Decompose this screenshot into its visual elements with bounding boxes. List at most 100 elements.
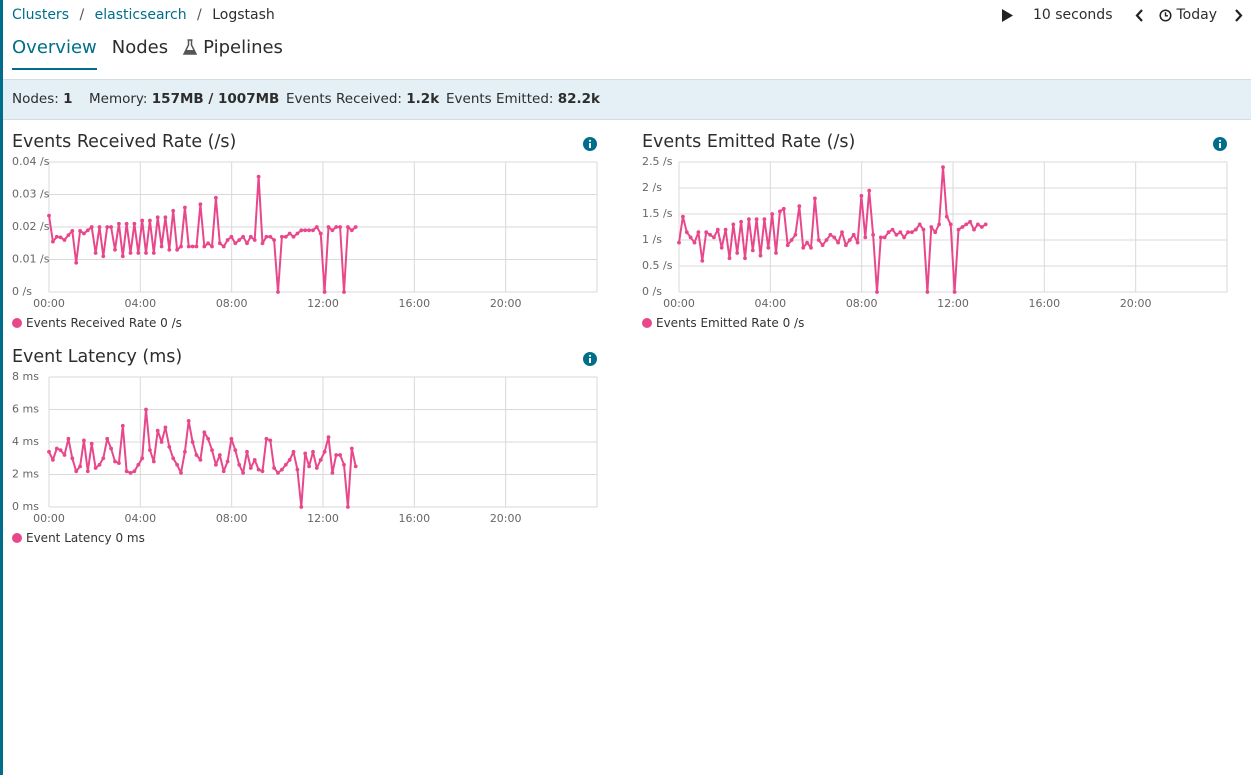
data-point <box>229 234 234 239</box>
info-icon[interactable] <box>583 351 597 370</box>
stat-memory-label: Memory: <box>89 91 148 107</box>
tab-nodes[interactable]: Nodes <box>112 36 168 68</box>
info-icon[interactable] <box>1213 136 1227 155</box>
legend-label: Events Received Rate 0 /s <box>26 316 182 330</box>
y-tick-label: 0.04 /s <box>12 155 50 168</box>
data-point <box>976 222 980 227</box>
data-point <box>82 231 86 236</box>
stat-events-emitted-label: Events Emitted: <box>446 91 554 107</box>
chart-panel-events-emitted: Events Emitted Rate (/s) 0 /s 0.5 /s 1 /s 1… <box>642 131 1232 331</box>
data-point <box>937 222 941 227</box>
data-point <box>824 238 829 242</box>
x-tick-label: 00:00 <box>33 297 65 310</box>
data-point <box>715 227 720 232</box>
data-point <box>712 235 716 240</box>
stat-events-received-value: 1.2k <box>406 91 440 107</box>
data-point <box>797 204 802 209</box>
data-point <box>338 225 342 229</box>
time-range-button[interactable]: Today <box>1158 6 1217 24</box>
data-point <box>700 258 705 263</box>
data-point <box>66 436 71 441</box>
chart-legend[interactable]: Events Received Rate 0 /s <box>12 316 182 330</box>
data-point <box>89 225 94 229</box>
data-point <box>214 462 218 467</box>
data-point <box>801 245 806 250</box>
data-point <box>793 232 798 237</box>
tab-bar: Overview Nodes Pipelines <box>12 36 283 70</box>
data-point <box>62 238 67 242</box>
status-bar: Nodes: 1 Memory: 157MB / 1007MB Events R… <box>3 79 1251 120</box>
y-tick-label: 0.03 /s <box>12 188 50 201</box>
next-range-button[interactable] <box>1235 8 1243 22</box>
data-point <box>97 225 102 229</box>
data-point <box>956 227 961 232</box>
data-point <box>113 247 117 252</box>
data-point <box>688 235 693 240</box>
data-point <box>105 225 110 229</box>
chart-title: Event Latency (ms) <box>12 347 183 367</box>
data-point <box>921 227 926 232</box>
data-point <box>944 214 949 219</box>
data-point <box>225 459 230 464</box>
data-point <box>342 462 346 467</box>
breadcrumb-clusters-link[interactable]: Clusters <box>12 7 69 23</box>
y-tick-label: 2 ms <box>12 468 39 481</box>
play-button[interactable] <box>1002 8 1013 22</box>
data-point <box>754 217 759 222</box>
data-point <box>692 240 697 245</box>
chart-legend[interactable]: Events Emitted Rate 0 /s <box>642 316 804 330</box>
data-point <box>47 213 51 218</box>
data-point <box>221 469 226 474</box>
data-point <box>136 462 141 467</box>
data-point <box>681 214 685 219</box>
data-point <box>124 221 129 226</box>
data-point <box>233 241 238 246</box>
y-tick-label: 2 /s <box>642 181 662 194</box>
data-point <box>198 458 203 462</box>
tab-pipelines[interactable]: Pipelines <box>183 36 283 68</box>
data-point <box>816 238 821 242</box>
data-point <box>54 234 59 239</box>
data-point <box>983 222 988 227</box>
data-point <box>237 462 242 467</box>
data-point <box>132 221 137 226</box>
data-point <box>774 251 778 255</box>
data-point <box>194 244 199 249</box>
data-point <box>844 243 848 248</box>
data-point <box>813 196 817 201</box>
data-point <box>202 430 207 435</box>
prev-range-button[interactable] <box>1135 8 1143 22</box>
data-point <box>311 449 315 454</box>
data-point <box>758 253 763 258</box>
data-point <box>151 459 156 464</box>
data-point <box>245 241 249 246</box>
data-point <box>47 449 51 454</box>
data-point <box>113 459 117 464</box>
data-point <box>82 438 86 443</box>
info-icon[interactable] <box>583 136 597 155</box>
data-point <box>120 254 125 259</box>
y-tick-label: 0.5 /s <box>642 259 673 272</box>
data-point <box>175 462 180 467</box>
data-point <box>245 449 249 454</box>
data-point <box>917 222 922 227</box>
tab-overview[interactable]: Overview <box>12 36 97 70</box>
stat-nodes-label: Nodes: <box>12 91 59 107</box>
y-tick-label: 8 ms <box>12 370 39 383</box>
data-point <box>124 469 129 474</box>
refresh-interval-button[interactable]: 10 seconds <box>1033 6 1113 24</box>
data-point <box>101 254 106 259</box>
x-tick-label: 04:00 <box>754 297 786 310</box>
data-point <box>144 407 148 412</box>
data-point <box>74 260 79 265</box>
data-point <box>268 234 273 239</box>
data-point <box>252 458 257 462</box>
data-point <box>314 466 319 470</box>
chart-legend[interactable]: Event Latency 0 ms <box>12 531 145 545</box>
data-point <box>785 243 790 248</box>
data-point <box>719 245 724 250</box>
data-point <box>78 464 82 469</box>
data-point <box>206 436 211 441</box>
data-point <box>120 423 125 428</box>
breadcrumb-cluster-link[interactable]: elasticsearch <box>95 7 187 23</box>
